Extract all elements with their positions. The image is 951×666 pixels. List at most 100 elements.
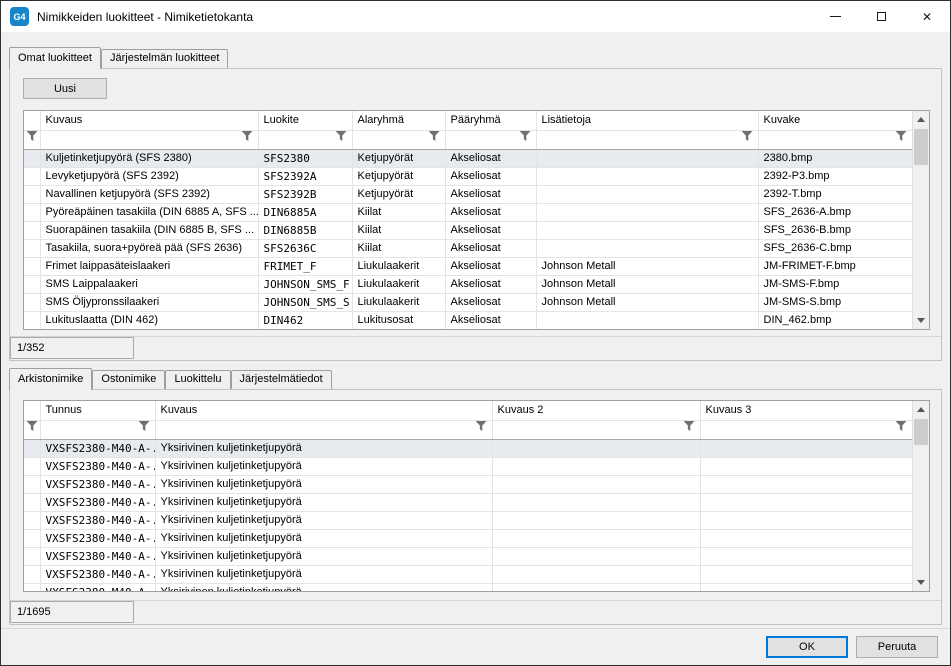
grid-cell[interactable]	[536, 203, 758, 221]
grid-row[interactable]: Levyketjupyörä (SFS 2392)SFS2392AKetjupy…	[24, 167, 912, 185]
row-indicator[interactable]	[24, 565, 40, 583]
grid-row[interactable]: VXSFS2380-M40-A-...Yksirivinen kuljetink…	[24, 493, 912, 511]
filter-cell[interactable]	[445, 130, 536, 149]
filter-cell[interactable]	[492, 420, 700, 439]
grid-cell[interactable]: 2392-T.bmp	[758, 185, 912, 203]
grid-cell[interactable]: Akseliosat	[445, 275, 536, 293]
items-grid-scrollbar[interactable]	[912, 401, 929, 591]
grid-cell[interactable]	[492, 565, 700, 583]
column-header[interactable]: Luokite	[258, 111, 352, 130]
grid-cell[interactable]: VXSFS2380-M40-A-...	[40, 439, 155, 457]
grid-cell[interactable]: Liukulaakerit	[352, 293, 445, 311]
grid-cell[interactable]: Akseliosat	[445, 257, 536, 275]
grid-cell[interactable]: VXSFS2380-M40-A-...	[40, 547, 155, 565]
grid-cell[interactable]	[700, 475, 912, 493]
grid-cell[interactable]: Levyketjupyörä (SFS 2392)	[40, 167, 258, 185]
grid-row[interactable]: Suorapäinen tasakiila (DIN 6885 B, SFS .…	[24, 221, 912, 239]
grid-cell[interactable]	[700, 547, 912, 565]
column-header[interactable]: Kuvaus	[40, 111, 258, 130]
grid-cell[interactable]: VXSFS2380-M40-A-...	[40, 457, 155, 475]
grid-row[interactable]: SMS LaippalaakeriJOHNSON_SMS_FLiukulaake…	[24, 275, 912, 293]
row-indicator[interactable]	[24, 547, 40, 565]
grid-cell[interactable]: Yksirivinen kuljetinketjupyörä	[155, 565, 492, 583]
filter-funnel-icon[interactable]	[742, 131, 753, 141]
filter-funnel-icon[interactable]	[139, 421, 150, 431]
grid-cell[interactable]: Kiilat	[352, 221, 445, 239]
filter-funnel-icon[interactable]	[27, 421, 38, 431]
grid-cell[interactable]	[536, 185, 758, 203]
filter-cell[interactable]	[24, 420, 40, 439]
grid-cell[interactable]: DIN6885B	[258, 221, 352, 239]
grid-cell[interactable]	[700, 457, 912, 475]
grid-cell[interactable]: SFS_2636-C.bmp	[758, 239, 912, 257]
row-indicator[interactable]	[24, 257, 40, 275]
grid-cell[interactable]	[536, 149, 758, 167]
grid-cell[interactable]: JM-SMS-S.bmp	[758, 293, 912, 311]
scrollbar-thumb[interactable]	[914, 419, 928, 445]
row-indicator[interactable]	[24, 475, 40, 493]
grid-cell[interactable]: Akseliosat	[445, 311, 536, 329]
grid-cell[interactable]: JOHNSON_SMS_S	[258, 293, 352, 311]
column-header[interactable]: Pääryhmä	[445, 111, 536, 130]
grid-cell[interactable]	[700, 583, 912, 591]
column-header[interactable]: Kuvaus 3	[700, 401, 912, 420]
classifications-grid-scrollbar[interactable]	[912, 111, 929, 329]
grid-cell[interactable]	[700, 511, 912, 529]
grid-row[interactable]: SMS ÖljypronssilaakeriJOHNSON_SMS_SLiuku…	[24, 293, 912, 311]
grid-cell[interactable]: DIN6885A	[258, 203, 352, 221]
grid-row[interactable]: Tasakiila, suora+pyöreä pää (SFS 2636) SF…	[24, 239, 912, 257]
grid-cell[interactable]: Frimet laippasäteislaakeri	[40, 257, 258, 275]
grid-row[interactable]: Pyöreäpäinen tasakiila (DIN 6885 A, SFS …	[24, 203, 912, 221]
row-indicator[interactable]	[24, 167, 40, 185]
tab-jarjestelmatiedot[interactable]: Järjestelmätiedot	[231, 370, 332, 389]
grid-cell[interactable]: 2392-P3.bmp	[758, 167, 912, 185]
grid-row[interactable]: VXSFS2380-M40-A-...Yksirivinen kuljetink…	[24, 475, 912, 493]
filter-cell[interactable]	[700, 420, 912, 439]
grid-cell[interactable]: Akseliosat	[445, 203, 536, 221]
grid-cell[interactable]: JM-FRIMET-F.bmp	[758, 257, 912, 275]
grid-cell[interactable]: Lukitusosat	[352, 311, 445, 329]
grid-cell[interactable]: Johnson Metall	[536, 293, 758, 311]
grid-cell[interactable]: Yksirivinen kuljetinketjupyörä	[155, 457, 492, 475]
grid-row[interactable]: VXSFS2380-M40-A-...Yksirivinen kuljetink…	[24, 565, 912, 583]
filter-funnel-icon[interactable]	[242, 131, 253, 141]
grid-cell[interactable]: Tasakiila, suora+pyöreä pää (SFS 2636)	[40, 239, 258, 257]
grid-cell[interactable]	[700, 439, 912, 457]
scroll-down-button[interactable]	[913, 574, 929, 591]
column-header[interactable]: Tunnus	[40, 401, 155, 420]
row-indicator[interactable]	[24, 457, 40, 475]
grid-cell[interactable]: Pyöreäpäinen tasakiila (DIN 6885 A, SFS …	[40, 203, 258, 221]
row-indicator[interactable]	[24, 221, 40, 239]
grid-cell[interactable]: Yksirivinen kuljetinketjupyörä	[155, 475, 492, 493]
row-indicator[interactable]	[24, 293, 40, 311]
scrollbar-thumb[interactable]	[914, 129, 928, 165]
grid-cell[interactable]: SFS_2636-A.bmp	[758, 203, 912, 221]
grid-cell[interactable]	[536, 221, 758, 239]
grid-cell[interactable]: Akseliosat	[445, 167, 536, 185]
grid-cell[interactable]: VXSFS2380-M40-A-...	[40, 583, 155, 591]
grid-cell[interactable]: Liukulaakerit	[352, 275, 445, 293]
row-indicator[interactable]	[24, 493, 40, 511]
grid-cell[interactable]	[492, 583, 700, 591]
row-indicator[interactable]	[24, 439, 40, 457]
grid-cell[interactable]: VXSFS2380-M40-A-...	[40, 475, 155, 493]
grid-cell[interactable]	[492, 511, 700, 529]
column-header[interactable]: Alaryhmä	[352, 111, 445, 130]
filter-cell[interactable]	[40, 130, 258, 149]
row-indicator[interactable]	[24, 185, 40, 203]
grid-cell[interactable]	[492, 439, 700, 457]
grid-cell[interactable]: Ketjupyörät	[352, 167, 445, 185]
grid-cell[interactable]: VXSFS2380-M40-A-...	[40, 511, 155, 529]
grid-cell[interactable]: VXSFS2380-M40-A-...	[40, 565, 155, 583]
grid-cell[interactable]: JM-SMS-F.bmp	[758, 275, 912, 293]
grid-cell[interactable]: Lukituslaatta (DIN 462)	[40, 311, 258, 329]
column-header[interactable]: Kuvaus	[155, 401, 492, 420]
grid-cell[interactable]	[700, 565, 912, 583]
grid-row[interactable]: VXSFS2380-M40-A-...Yksirivinen kuljetink…	[24, 439, 912, 457]
grid-cell[interactable]	[536, 167, 758, 185]
filter-funnel-icon[interactable]	[27, 131, 38, 141]
grid-cell[interactable]: Suorapäinen tasakiila (DIN 6885 B, SFS .…	[40, 221, 258, 239]
tab-luokittelu[interactable]: Luokittelu	[165, 370, 230, 389]
filter-funnel-icon[interactable]	[896, 421, 907, 431]
grid-cell[interactable]	[700, 493, 912, 511]
